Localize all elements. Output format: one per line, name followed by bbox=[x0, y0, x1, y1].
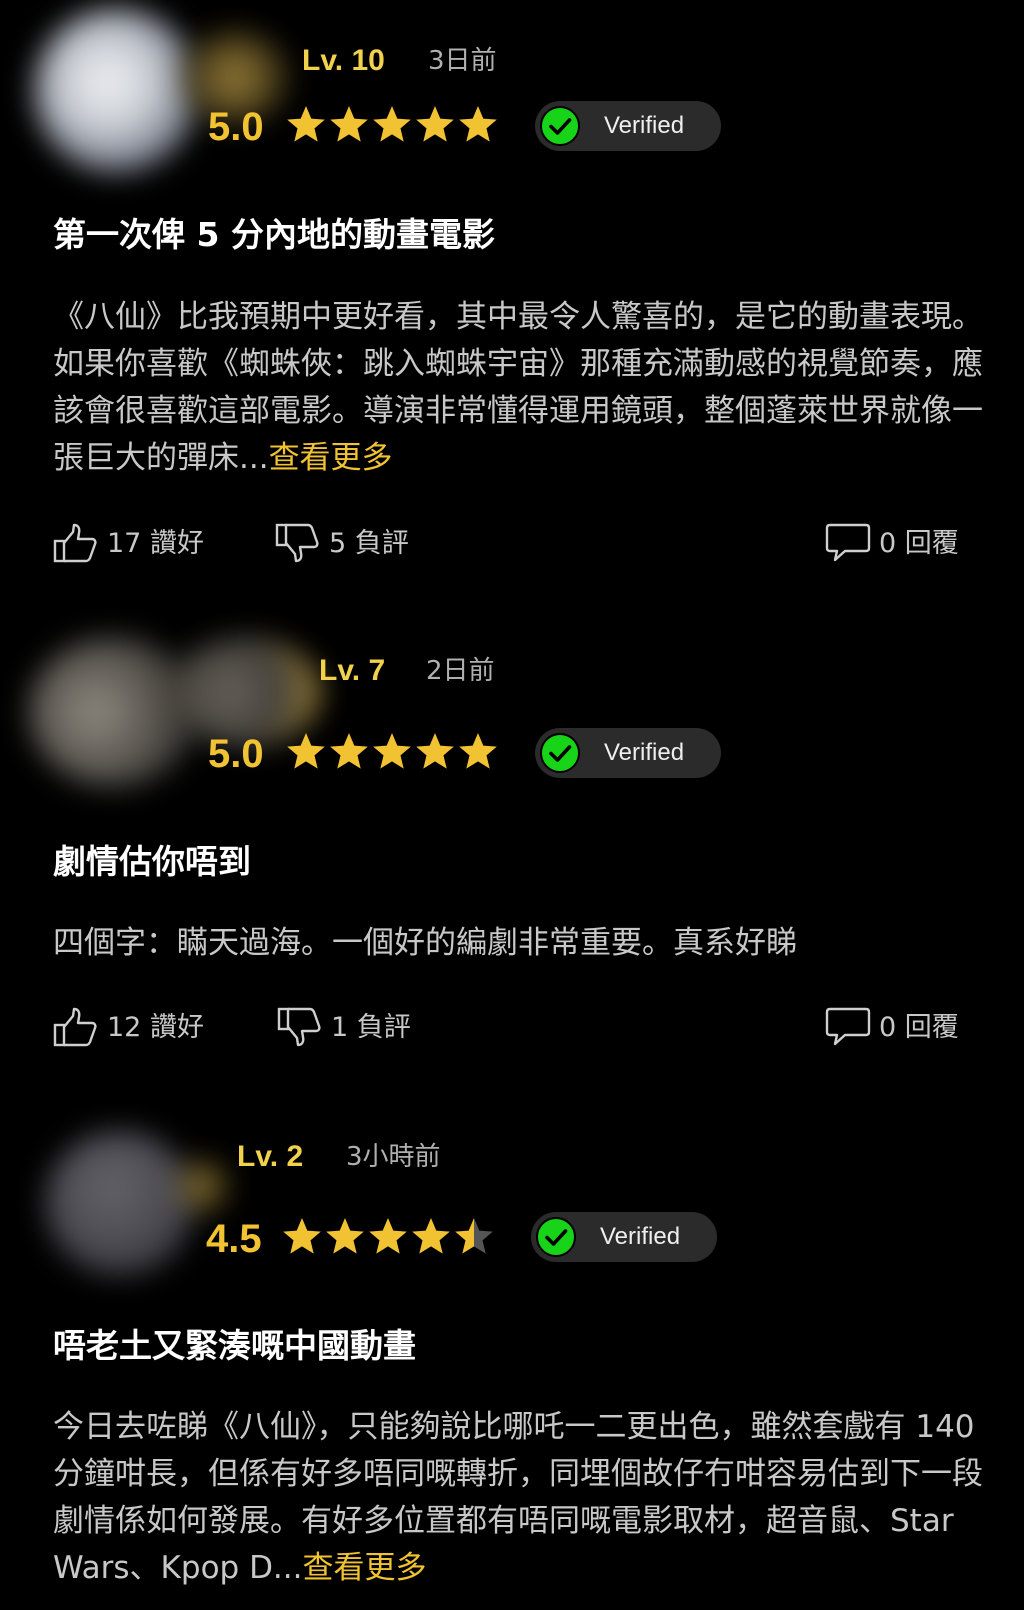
review-time: 3小時前 bbox=[346, 1142, 441, 1172]
star-icon bbox=[287, 733, 325, 769]
rating-score: 4.5 bbox=[206, 1217, 262, 1261]
thumbs-up-icon bbox=[53, 1007, 97, 1047]
rating-score: 5.0 bbox=[208, 732, 264, 776]
reply-count: 0 回覆 bbox=[879, 1011, 959, 1043]
review-title: 唔老土又緊湊嘅中國動畫 bbox=[53, 1326, 416, 1365]
check-circle-icon bbox=[540, 106, 580, 146]
star-icon bbox=[459, 106, 497, 142]
review-body: 《八仙》比我預期中更好看，其中最令人驚喜的，是它的動畫表現。如果你喜歡《蜘蛛俠：… bbox=[53, 294, 983, 482]
rating-stars bbox=[281, 1216, 495, 1258]
star-icon bbox=[416, 733, 454, 769]
rating-stars bbox=[285, 104, 499, 146]
reply-button[interactable]: 0 回覆 bbox=[825, 522, 959, 564]
review-title: 劇情估你唔到 bbox=[53, 842, 251, 881]
reply-button[interactable]: 0 回覆 bbox=[825, 1006, 959, 1048]
review-time: 3日前 bbox=[428, 46, 497, 76]
star-icon bbox=[412, 1218, 450, 1254]
dislike-button[interactable]: 1 負評 bbox=[277, 1006, 411, 1048]
check-circle-icon bbox=[540, 733, 580, 773]
user-level: Lv. 7 bbox=[319, 654, 386, 687]
review-title: 第一次俾 5 分內地的動畫電影 bbox=[53, 215, 495, 254]
dislike-button[interactable]: 5 負評 bbox=[275, 522, 409, 564]
star-icon bbox=[330, 106, 368, 142]
verified-label: Verified bbox=[604, 739, 685, 766]
star-icon bbox=[287, 106, 325, 142]
star-icon bbox=[459, 733, 497, 769]
star-icon bbox=[373, 733, 411, 769]
star-icon bbox=[416, 106, 454, 142]
star-icon bbox=[369, 1218, 407, 1254]
dislike-count: 5 負評 bbox=[329, 527, 409, 559]
see-more-link[interactable]: 查看更多 bbox=[303, 1550, 427, 1586]
see-more-link[interactable]: 查看更多 bbox=[269, 440, 393, 476]
thumbs-down-icon bbox=[275, 523, 319, 563]
star-icon bbox=[373, 106, 411, 142]
rating-score: 5.0 bbox=[208, 105, 264, 149]
verified-badge: Verified bbox=[531, 1212, 717, 1262]
like-button[interactable]: 17 讚好 bbox=[53, 522, 204, 564]
avatar[interactable] bbox=[34, 8, 199, 173]
comment-icon bbox=[825, 523, 871, 562]
review-body: 四個字：瞞天過海。一個好的編劇非常重要。真系好睇 bbox=[53, 920, 983, 967]
review-body-text: 今日去咗睇《八仙》，只能夠說比哪吒一二更出色，雖然套戲有 140 分鐘咁長，但係… bbox=[53, 1409, 983, 1586]
like-count: 17 讚好 bbox=[107, 527, 204, 559]
star-icon bbox=[455, 1218, 493, 1254]
reply-count: 0 回覆 bbox=[879, 527, 959, 559]
verified-badge: Verified bbox=[535, 728, 721, 778]
review-body: 今日去咗睇《八仙》，只能夠說比哪吒一二更出色，雖然套戲有 140 分鐘咁長，但係… bbox=[53, 1404, 983, 1592]
thumbs-up-icon bbox=[53, 523, 97, 563]
user-level: Lv. 10 bbox=[302, 44, 385, 77]
avatar-blur-accent bbox=[175, 1156, 230, 1216]
like-button[interactable]: 12 讚好 bbox=[53, 1006, 204, 1048]
comment-icon bbox=[825, 1007, 871, 1046]
star-icon bbox=[326, 1218, 364, 1254]
review-body-text: 四個字：瞞天過海。一個好的編劇非常重要。真系好睇 bbox=[53, 925, 797, 961]
star-icon bbox=[283, 1218, 321, 1254]
verified-badge: Verified bbox=[535, 101, 721, 151]
avatar[interactable] bbox=[28, 637, 198, 787]
avatar[interactable] bbox=[45, 1131, 195, 1276]
check-circle-icon bbox=[536, 1217, 576, 1257]
thumbs-down-icon bbox=[277, 1007, 321, 1047]
star-icon bbox=[330, 733, 368, 769]
like-count: 12 讚好 bbox=[107, 1011, 204, 1043]
review-body-text: 《八仙》比我預期中更好看，其中最令人驚喜的，是它的動畫表現。如果你喜歡《蜘蛛俠：… bbox=[53, 299, 983, 476]
verified-label: Verified bbox=[600, 1223, 681, 1250]
review-time: 2日前 bbox=[426, 656, 495, 686]
rating-stars bbox=[285, 731, 499, 773]
user-level: Lv. 2 bbox=[237, 1140, 304, 1173]
dislike-count: 1 負評 bbox=[331, 1011, 411, 1043]
verified-label: Verified bbox=[604, 112, 685, 139]
